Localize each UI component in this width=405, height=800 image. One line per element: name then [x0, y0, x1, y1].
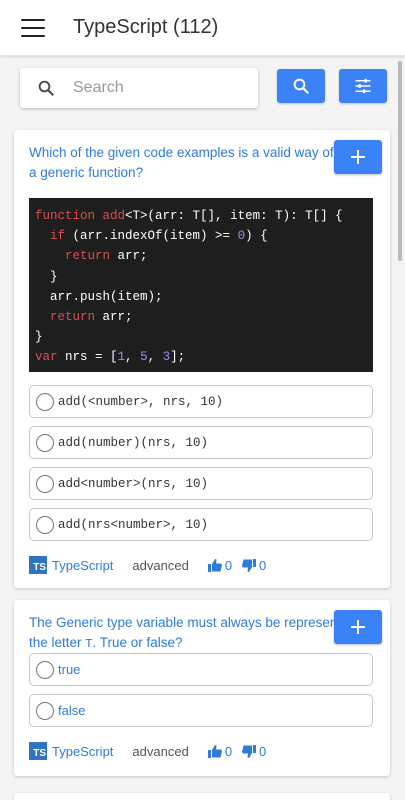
- answer-option[interactable]: add(number)(nrs, 10): [29, 426, 373, 459]
- question-card: [14, 793, 390, 800]
- search-icon: [38, 80, 54, 96]
- filter-button[interactable]: [339, 69, 387, 103]
- option-label: add(<number>, nrs, 10): [58, 394, 224, 409]
- tag-link[interactable]: TypeScript: [52, 744, 113, 759]
- typescript-logo-icon: TS: [29, 742, 47, 760]
- search-row: [20, 68, 390, 108]
- answer-option[interactable]: add(<number>, nrs, 10): [29, 385, 373, 418]
- upvote-button[interactable]: 0: [207, 743, 233, 759]
- code-line: function add<T>(arr: T[], item: T): T[] …: [35, 209, 343, 223]
- radio-button[interactable]: [36, 392, 54, 411]
- upvote-count: 0: [224, 557, 233, 573]
- question-footer: TS TypeScript advanced 0 0: [29, 555, 266, 575]
- filter-icon: [355, 78, 371, 94]
- question-card: The Generic type variable must always be…: [14, 600, 390, 776]
- plus-icon: [351, 620, 365, 634]
- option-label: add(number)(nrs, 10): [58, 435, 209, 450]
- thumbs-up-icon: [207, 744, 222, 758]
- upvote-button[interactable]: 0: [207, 557, 233, 573]
- answer-option[interactable]: add(nrs<number>, 10): [29, 508, 373, 541]
- search-icon: [293, 78, 309, 94]
- upvote-count: 0: [224, 743, 233, 759]
- code-snippet: function add<T>(arr: T[], item: T): T[] …: [29, 198, 373, 372]
- code-line: return arr;: [50, 310, 133, 325]
- menu-icon[interactable]: [21, 18, 45, 37]
- radio-button[interactable]: [36, 701, 54, 720]
- option-label: add(nrs<number>, 10): [58, 517, 209, 532]
- difficulty-level: advanced: [132, 743, 189, 759]
- thumbs-down-icon: [242, 744, 257, 758]
- tag-link[interactable]: TypeScript: [52, 558, 113, 573]
- difficulty-level: advanced: [132, 557, 189, 573]
- radio-button[interactable]: [36, 660, 54, 679]
- question-text: Which of the given code examples is a va…: [29, 145, 376, 180]
- question-text: The Generic type variable must always be…: [29, 615, 375, 651]
- option-label: add<number>(nrs, 10): [58, 476, 209, 491]
- radio-button[interactable]: [36, 474, 54, 493]
- question-footer: TS TypeScript advanced 0 0: [29, 741, 266, 761]
- downvote-count: 0: [259, 743, 267, 759]
- main-content: Which of the given code examples is a va…: [0, 57, 395, 800]
- radio-button[interactable]: [36, 515, 54, 534]
- code-line: }: [35, 269, 58, 284]
- page-title: TypeScript (112): [73, 16, 219, 38]
- answer-option[interactable]: true: [29, 653, 373, 686]
- code-line: arr.push(item);: [35, 289, 163, 304]
- code-line: return arr;: [65, 249, 148, 264]
- answer-option[interactable]: add<number>(nrs, 10): [29, 467, 373, 500]
- scrollbar[interactable]: [395, 57, 405, 800]
- code-line: if (arr.indexOf(item) >= 0) {: [50, 229, 268, 244]
- thumbs-down-icon: [242, 558, 257, 572]
- code-line: var nrs = [1, 5, 3];: [35, 350, 186, 365]
- plus-icon: [351, 150, 365, 164]
- downvote-button[interactable]: 0: [242, 558, 266, 573]
- downvote-count: 0: [259, 557, 267, 573]
- app-bar: TypeScript (112): [0, 0, 405, 56]
- option-label: true: [58, 662, 81, 677]
- radio-button[interactable]: [36, 433, 54, 452]
- downvote-button[interactable]: 0: [242, 744, 266, 759]
- search-button[interactable]: [277, 69, 325, 103]
- search-box[interactable]: [20, 68, 258, 108]
- thumbs-up-icon: [207, 558, 222, 572]
- add-button[interactable]: [334, 610, 382, 644]
- answer-option[interactable]: false: [29, 694, 373, 727]
- search-input[interactable]: [73, 79, 233, 97]
- option-label: false: [58, 703, 86, 718]
- typescript-logo-icon: TS: [29, 556, 47, 574]
- question-card: Which of the given code examples is a va…: [14, 130, 390, 588]
- scrollbar-thumb[interactable]: [398, 61, 402, 261]
- add-button[interactable]: [334, 140, 382, 174]
- code-line: }: [35, 330, 43, 345]
